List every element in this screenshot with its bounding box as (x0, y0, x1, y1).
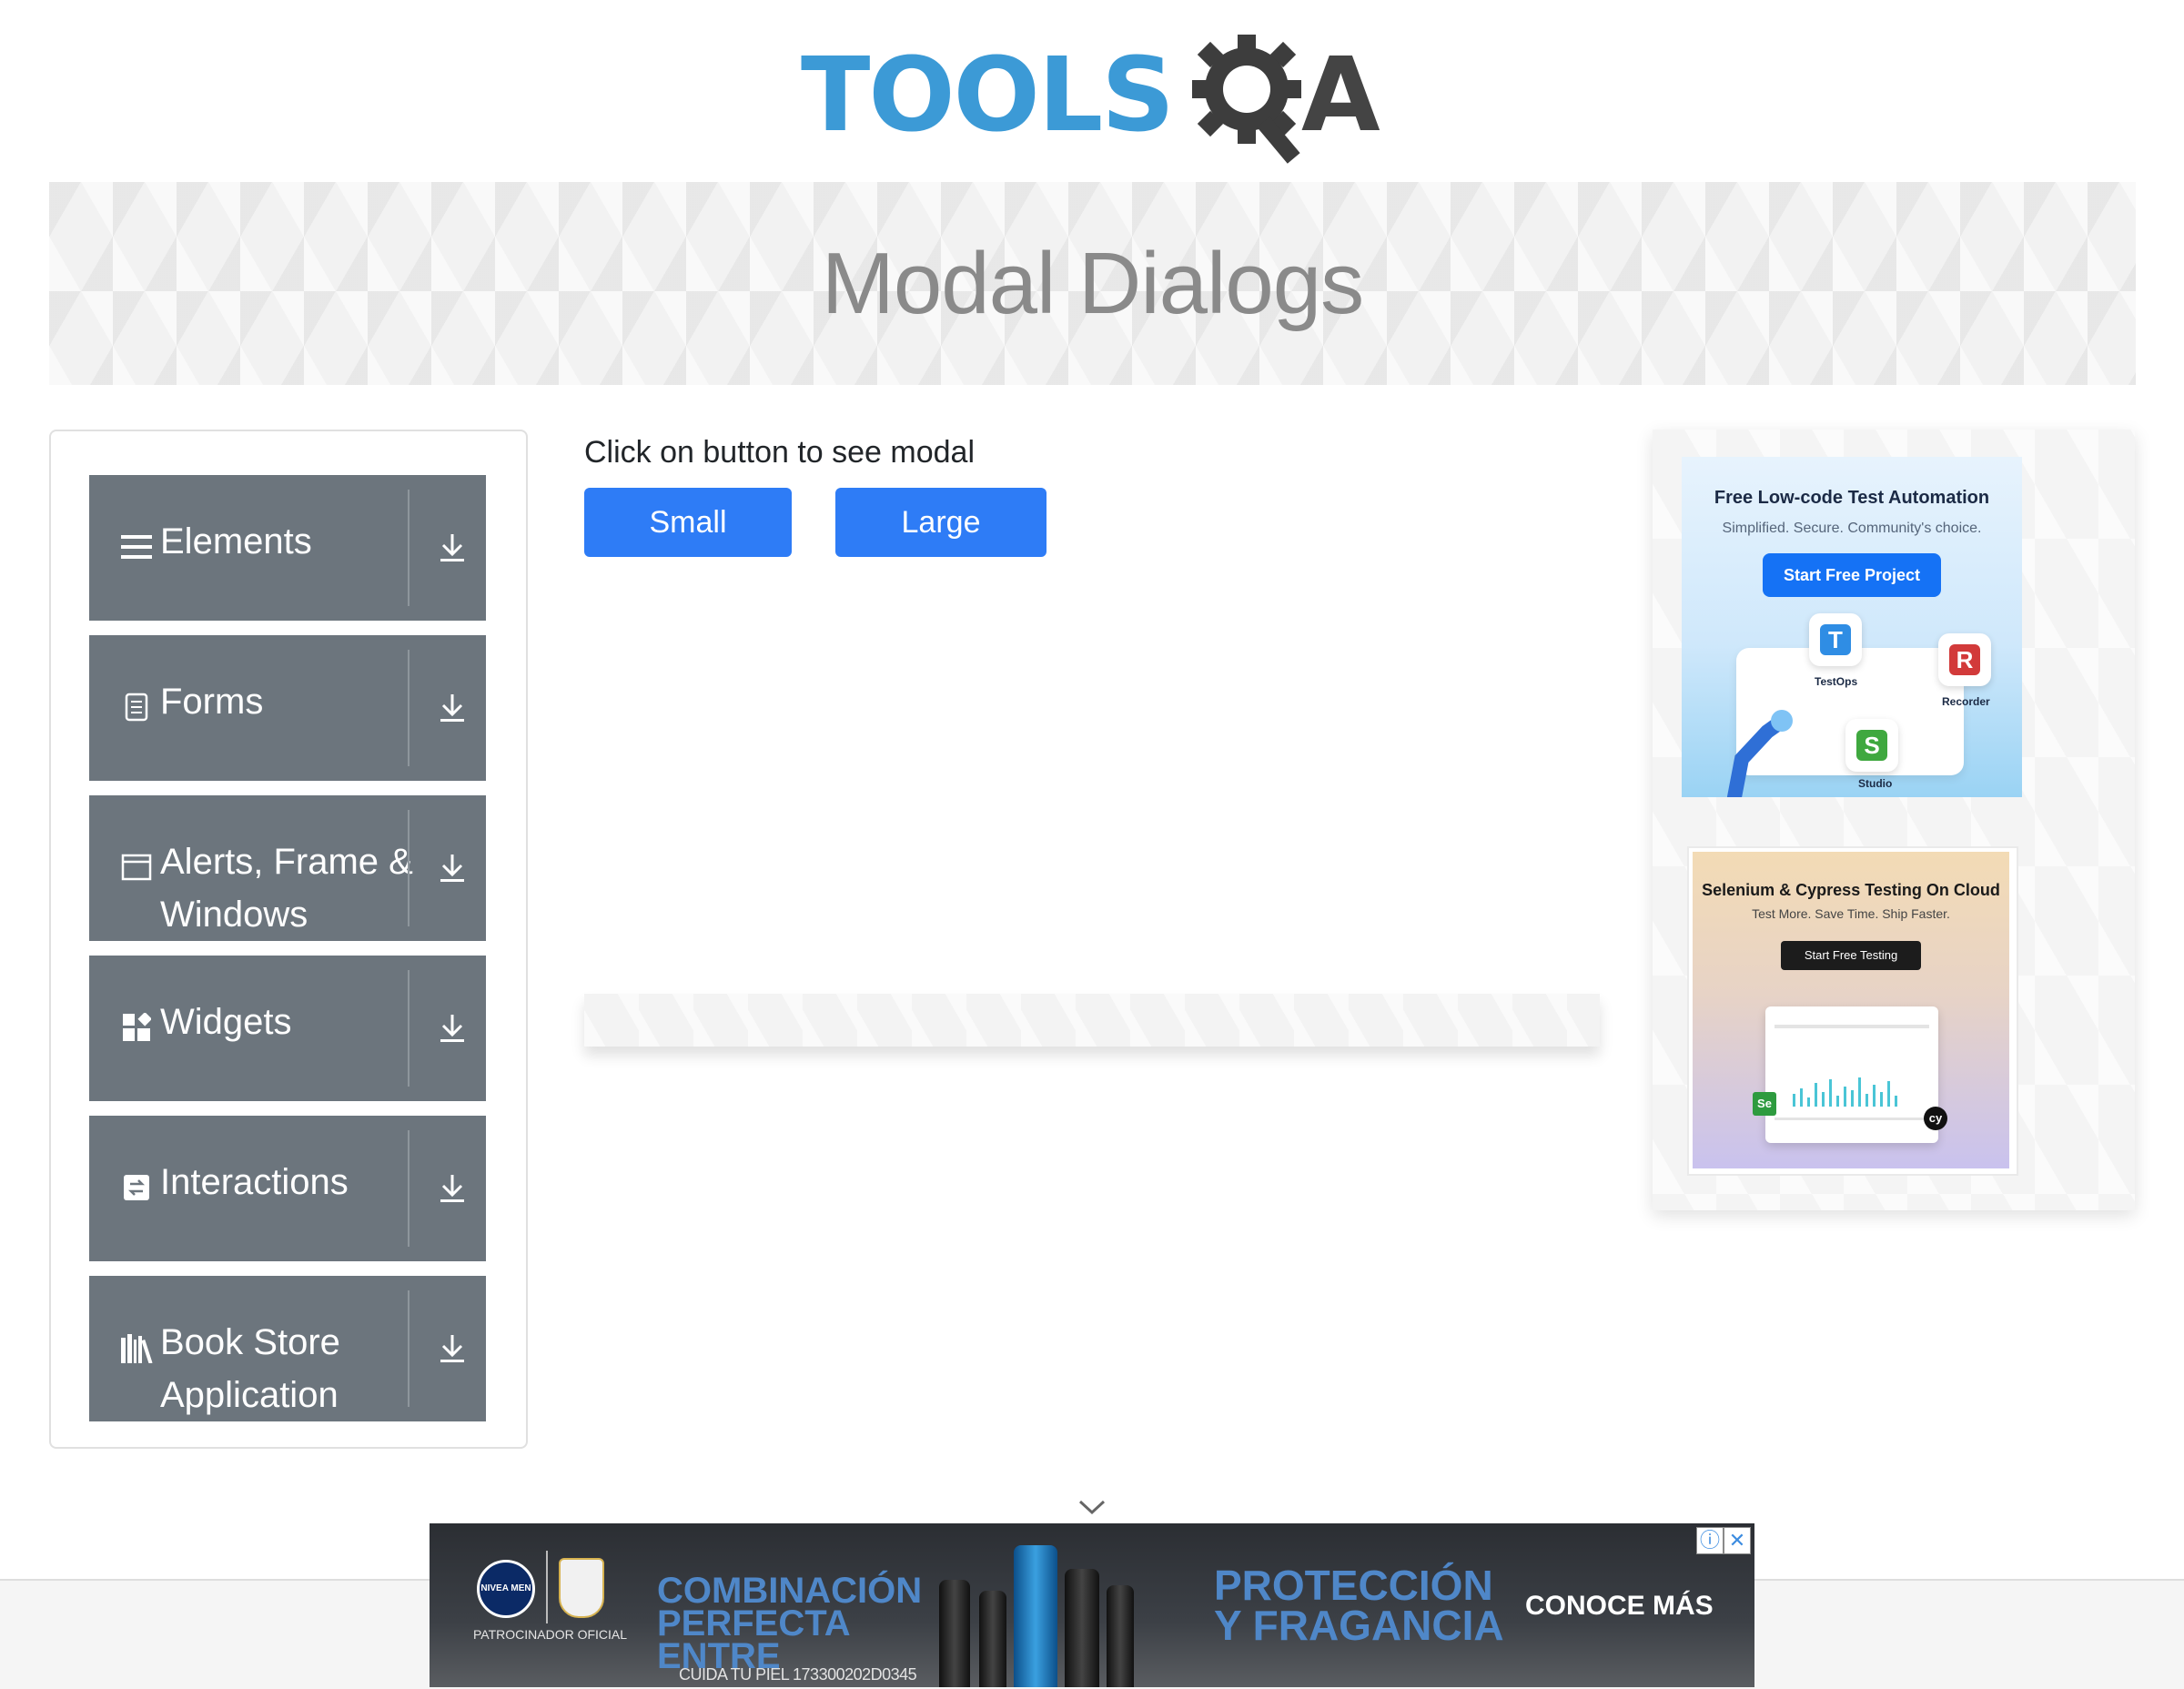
sidebar-group-book-store-application[interactable]: Book Store Application (89, 1276, 486, 1421)
nivea-men-logo: NIVEA MEN (477, 1560, 535, 1618)
hamburger-icon (120, 526, 153, 568)
selenium-icon: Se (1753, 1092, 1776, 1116)
start-free-project-button[interactable]: Start Free Project (1763, 553, 1941, 597)
download-arrow-icon[interactable] (430, 1001, 475, 1056)
page-banner: Modal Dialogs (49, 182, 2136, 385)
logo-text: TOOLS (801, 36, 1175, 155)
window-icon (120, 846, 153, 888)
product-label: Studio (1858, 777, 1893, 790)
widgets-icon (120, 1006, 153, 1048)
robot-arm-icon (1727, 710, 1793, 797)
lambdatest-ad[interactable]: Selenium & Cypress Testing On Cloud Test… (1693, 852, 2009, 1168)
sidebar-group-label: Interactions (160, 1162, 349, 1202)
studio-icon: S (1845, 719, 1898, 772)
chevron-down-icon[interactable] (1077, 1496, 1107, 1518)
conoce-mas-button[interactable]: CONOCE MÁS (1525, 1591, 1714, 1622)
toolsqa-logo[interactable]: TOOLS A (801, 27, 1392, 164)
close-icon[interactable]: ✕ (1724, 1527, 1751, 1554)
product-bottle (939, 1580, 970, 1687)
sidebar-group-forms[interactable]: Forms (89, 635, 486, 781)
sponsor-text: PATROCINADOR OFICIAL (473, 1627, 628, 1642)
ad-code-text: CUIDA TU PIEL 173300202D0345 (679, 1665, 917, 1684)
ad-subtitle: Simplified. Secure. Community's choice. (1722, 521, 1982, 536)
divider (408, 1130, 410, 1247)
divider (408, 970, 410, 1087)
real-madrid-crest-icon (559, 1558, 604, 1618)
sidebar-group-alerts-frame-windows[interactable]: Alerts, Frame & Windows (89, 795, 486, 941)
product-label: Recorder (1942, 695, 1990, 708)
product-bottle (1014, 1545, 1057, 1687)
ad-headline-2: PROTECCIÓN Y FRAGANCIA (1214, 1562, 1504, 1649)
cypress-icon: cy (1924, 1107, 1947, 1130)
sidebar-group-interactions[interactable]: Interactions (89, 1116, 486, 1261)
ad-title: Selenium & Cypress Testing On Cloud (1702, 881, 2000, 899)
product-bottle (979, 1591, 1006, 1687)
download-arrow-icon[interactable] (430, 1321, 475, 1376)
document-icon (120, 686, 153, 728)
divider (546, 1551, 548, 1623)
large-modal-button[interactable]: Large modal (835, 488, 1046, 609)
product-label: TestOps (1815, 675, 1858, 688)
sidebar-group-label: Elements (160, 521, 312, 561)
info-icon[interactable]: ⓘ (1696, 1527, 1724, 1554)
testops-icon: T (1809, 613, 1862, 666)
dashboard-illustration (1765, 1006, 1938, 1143)
logo-suffix: A (1301, 36, 1380, 155)
sidebar-group-label: Alerts, Frame & Windows (160, 842, 413, 935)
books-icon (120, 1327, 153, 1369)
download-arrow-icon[interactable] (430, 681, 475, 735)
small-modal-button[interactable]: Small modal (584, 488, 792, 609)
divider (408, 1290, 410, 1407)
sidebar-group-elements[interactable]: Elements (89, 475, 486, 621)
content-footer-strip (584, 994, 1600, 1047)
ad-title: Free Low-code Test Automation (1714, 488, 1990, 508)
katalon-ad[interactable]: Free Low-code Test Automation Simplified… (1682, 457, 2022, 797)
start-free-testing-button[interactable]: Start Free Testing (1781, 941, 1921, 970)
download-arrow-icon[interactable] (430, 521, 475, 575)
sidebar-group-widgets[interactable]: Widgets (89, 956, 486, 1101)
download-arrow-icon[interactable] (430, 841, 475, 895)
recorder-icon: R (1938, 633, 1991, 686)
download-arrow-icon[interactable] (430, 1161, 475, 1216)
divider (408, 810, 410, 926)
gear-magnifier-icon (1192, 35, 1301, 164)
ad-headline: COMBINACIÓN PERFECTA ENTRE (657, 1571, 923, 1676)
product-bottle (1107, 1585, 1134, 1687)
ad-subtitle: Test More. Save Time. Ship Faster. (1752, 906, 1950, 921)
instruction-text: Click on button to see modal (584, 435, 976, 470)
divider (408, 650, 410, 766)
bottom-banner-ad[interactable]: NIVEA MEN PATROCINADOR OFICIAL COMBINACI… (430, 1523, 1754, 1687)
divider (408, 490, 410, 606)
sidebar-group-label: Forms (160, 682, 264, 722)
product-bottle (1065, 1569, 1099, 1687)
page-title: Modal Dialogs (821, 234, 1364, 332)
interactions-icon (120, 1167, 153, 1209)
sidebar-group-label: Widgets (160, 1002, 292, 1042)
sidebar-group-label: Book Store Application (160, 1322, 340, 1415)
